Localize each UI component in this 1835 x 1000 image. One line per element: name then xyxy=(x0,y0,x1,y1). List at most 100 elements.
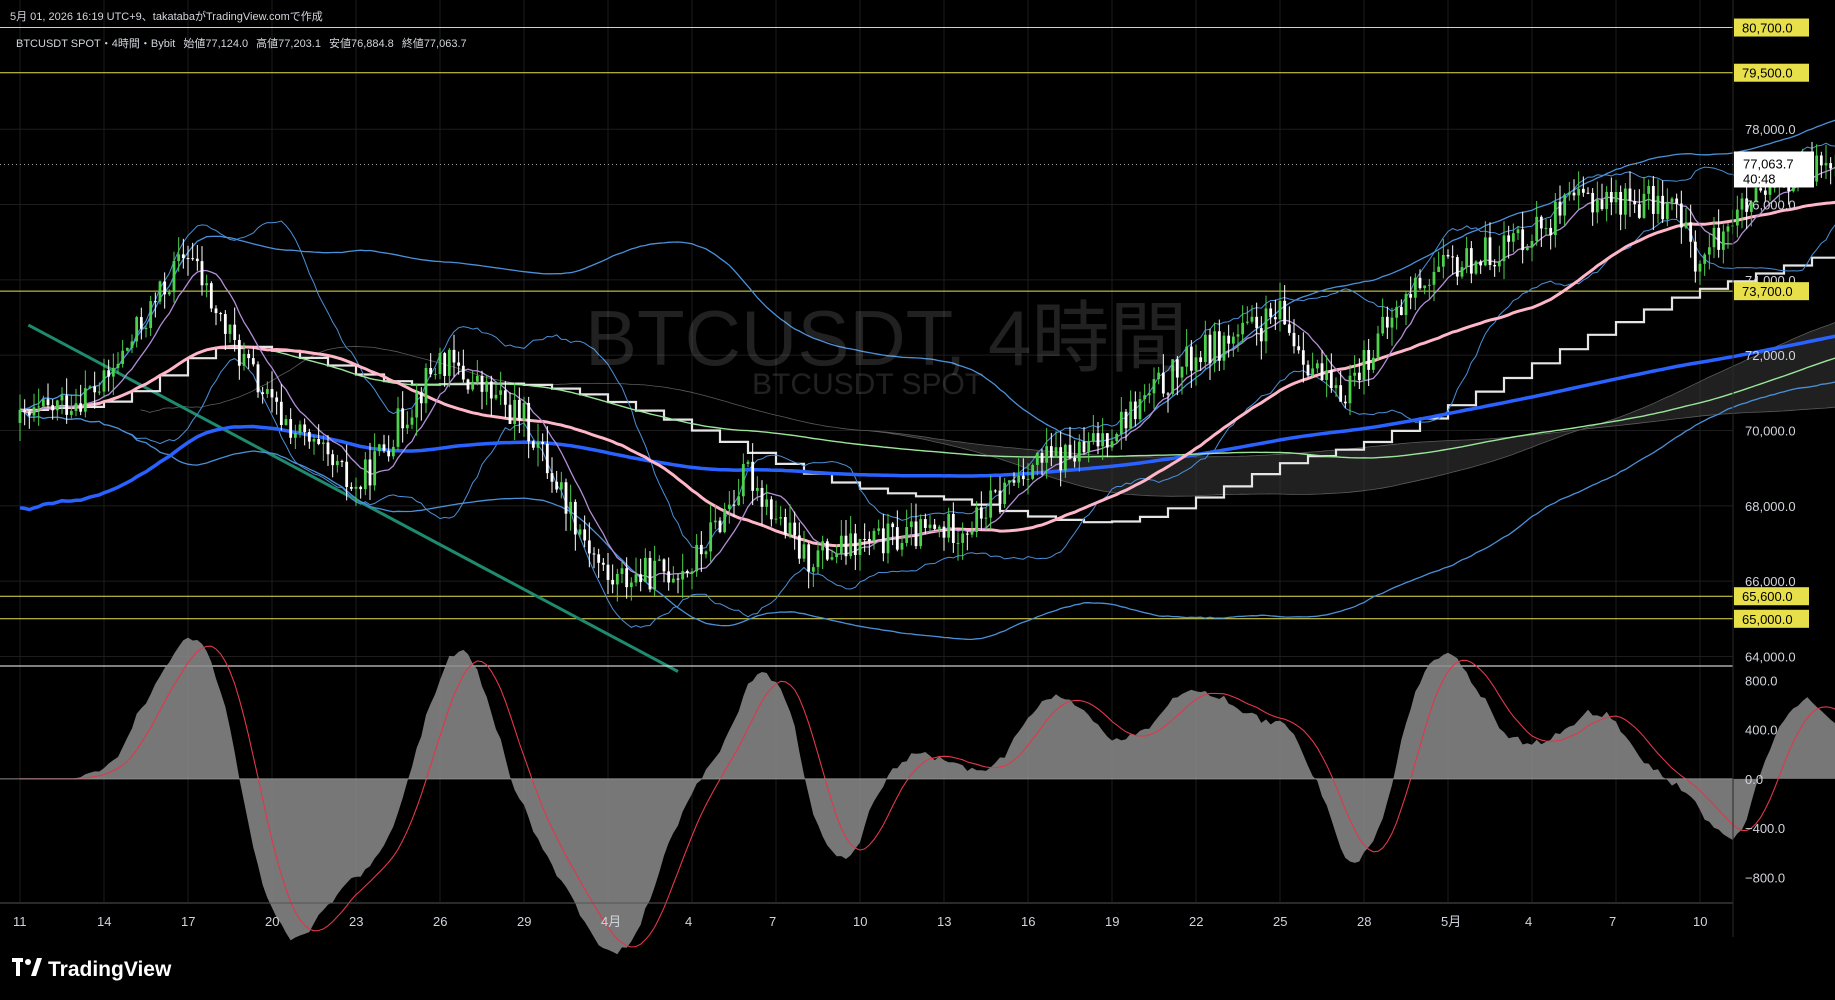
candle-body[interactable] xyxy=(1735,209,1739,226)
candle-body[interactable] xyxy=(541,441,545,444)
candle-body[interactable] xyxy=(807,544,811,572)
candle-body[interactable] xyxy=(1255,316,1259,329)
candle-body[interactable] xyxy=(825,541,829,560)
candle-body[interactable] xyxy=(1301,350,1305,365)
time-axis[interactable]: 11 14 17 20 23 26 29 4月 4 7 10 13 16 19 22 25 28 5月 4 7 10 xyxy=(13,914,1707,929)
candle-body[interactable] xyxy=(1507,235,1511,242)
candle-body[interactable] xyxy=(1203,334,1207,363)
candle-body[interactable] xyxy=(23,409,27,412)
candle-body[interactable] xyxy=(1395,306,1399,318)
candle-body[interactable] xyxy=(1245,321,1249,323)
candle-body[interactable] xyxy=(858,538,862,555)
candle-body[interactable] xyxy=(676,578,680,580)
candle-body[interactable] xyxy=(503,390,507,405)
candle-body[interactable] xyxy=(1465,248,1469,268)
candle-body[interactable] xyxy=(1451,256,1455,258)
candle-body[interactable] xyxy=(947,513,951,538)
candle-body[interactable] xyxy=(1399,306,1403,316)
candle-body[interactable] xyxy=(1124,411,1128,429)
candle-body[interactable] xyxy=(1409,294,1413,298)
candle-body[interactable] xyxy=(121,350,125,364)
candle-body[interactable] xyxy=(265,389,269,394)
candle-body[interactable] xyxy=(1101,433,1105,447)
candle-body[interactable] xyxy=(1530,240,1534,248)
candle-body[interactable] xyxy=(1763,190,1767,195)
candle-body[interactable] xyxy=(499,390,503,395)
candle-body[interactable] xyxy=(513,399,517,424)
candle-body[interactable] xyxy=(1768,186,1772,195)
candle-body[interactable] xyxy=(1591,192,1595,213)
candle-body[interactable] xyxy=(1054,447,1058,457)
candle-body[interactable] xyxy=(1348,375,1352,404)
candle-body[interactable] xyxy=(79,403,83,412)
candle-body[interactable] xyxy=(391,446,395,457)
candle-body[interactable] xyxy=(620,568,624,574)
candle-body[interactable] xyxy=(760,487,764,507)
candle-body[interactable] xyxy=(1115,433,1119,442)
candle-body[interactable] xyxy=(1497,261,1501,267)
candle-body[interactable] xyxy=(942,526,946,538)
candle-body[interactable] xyxy=(219,313,223,315)
candle-body[interactable] xyxy=(1357,372,1361,381)
candle-body[interactable] xyxy=(1740,198,1744,210)
candle-body[interactable] xyxy=(1707,247,1711,255)
candle-body[interactable] xyxy=(1138,399,1142,420)
candle-body[interactable] xyxy=(373,451,377,486)
candle-body[interactable] xyxy=(1063,444,1067,471)
candle-body[interactable] xyxy=(1726,226,1730,232)
candle-body[interactable] xyxy=(1665,202,1669,220)
tradingview-logo[interactable]: TradingView xyxy=(12,958,171,982)
candle-body[interactable] xyxy=(979,507,983,519)
candle-body[interactable] xyxy=(1460,267,1464,277)
candle-body[interactable] xyxy=(867,539,871,542)
candle-body[interactable] xyxy=(578,529,582,535)
candle-body[interactable] xyxy=(83,388,87,412)
candle-body[interactable] xyxy=(1012,480,1016,483)
candle-body[interactable] xyxy=(951,513,955,543)
candle-body[interactable] xyxy=(531,441,535,448)
candle-body[interactable] xyxy=(438,353,442,375)
candle-body[interactable] xyxy=(545,443,549,474)
legend-row[interactable]: BTCUSDT SPOT・4時間・Bybit 始値77,124.0 高値77,2… xyxy=(16,35,467,51)
candle-body[interactable] xyxy=(1068,444,1072,458)
candle-body[interactable] xyxy=(1082,441,1086,453)
candle-body[interactable] xyxy=(989,490,993,518)
candle-body[interactable] xyxy=(32,407,36,416)
candle-body[interactable] xyxy=(1535,216,1539,241)
candle-body[interactable] xyxy=(405,424,409,429)
candle-body[interactable] xyxy=(466,379,470,390)
candle-body[interactable] xyxy=(1418,277,1422,289)
candle-body[interactable] xyxy=(1077,441,1081,462)
candle-body[interactable] xyxy=(1656,195,1660,214)
candle-body[interactable] xyxy=(1306,364,1310,376)
candle-body[interactable] xyxy=(1031,464,1035,479)
candle-body[interactable] xyxy=(433,374,437,376)
candle-body[interactable] xyxy=(1026,478,1030,480)
candle-body[interactable] xyxy=(60,395,64,401)
candle-body[interactable] xyxy=(1469,248,1473,274)
candle-body[interactable] xyxy=(1334,385,1338,389)
candle-body[interactable] xyxy=(1311,368,1315,376)
candle-body[interactable] xyxy=(877,528,881,531)
candle-body[interactable] xyxy=(723,508,727,533)
candle-body[interactable] xyxy=(18,409,22,423)
candle-body[interactable] xyxy=(1213,331,1217,364)
candle-body[interactable] xyxy=(1166,393,1170,395)
candle-body[interactable] xyxy=(1287,324,1291,333)
candle-body[interactable] xyxy=(634,574,638,583)
candle-body[interactable] xyxy=(326,442,330,455)
candle-body[interactable] xyxy=(517,399,521,421)
candle-body[interactable] xyxy=(1241,322,1245,335)
candle-body[interactable] xyxy=(900,542,904,550)
candle-body[interactable] xyxy=(690,571,694,574)
candle-body[interactable] xyxy=(611,579,615,585)
candle-body[interactable] xyxy=(1544,227,1548,229)
candle-body[interactable] xyxy=(629,582,633,588)
candle-body[interactable] xyxy=(1437,266,1441,272)
candle-body[interactable] xyxy=(1675,198,1679,204)
candle-body[interactable] xyxy=(1642,193,1646,218)
candle-body[interactable] xyxy=(1661,195,1665,220)
candle-body[interactable] xyxy=(1362,350,1366,381)
candle-body[interactable] xyxy=(550,473,554,482)
candle-body[interactable] xyxy=(1516,229,1520,234)
